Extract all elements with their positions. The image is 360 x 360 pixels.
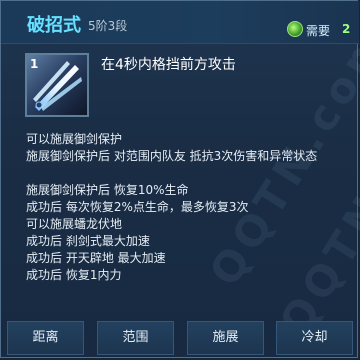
tooltip-footer: 距离 范围 施展 冷却 xyxy=(7,321,353,355)
detail-line: 成功后 开天辟地 最大加速 xyxy=(26,251,166,265)
need-value: 2 xyxy=(342,22,351,36)
detail-line: 可以施展御剑保护 xyxy=(26,132,123,146)
detail-line: 成功后 恢复1内力 xyxy=(26,268,122,282)
detail-line: 施展御剑保护后 对范围内队友 抵抗3次伤害和异常状态 xyxy=(26,149,318,163)
skill-short-description: 在4秒内格挡前方攻击 xyxy=(101,57,236,73)
need-label: 需要 xyxy=(306,24,331,38)
skill-tooltip-panel: QQTN.com QQTN.com 破招式 5阶3段 需要 2 1 在4秒内格挡… xyxy=(0,0,360,358)
tab-range[interactable]: 距离 xyxy=(7,321,84,355)
need-icon xyxy=(287,21,303,37)
detail-line: 成功后 刹剑式最大加速 xyxy=(26,234,150,248)
skill-rank: 5阶3段 xyxy=(88,19,128,33)
skill-name: 破招式 xyxy=(27,15,81,36)
tab-cooldown[interactable]: 冷却 xyxy=(276,321,353,355)
detail-line: 施展御剑保护后 恢复10%生命 xyxy=(26,183,189,197)
skill-icon[interactable]: 1 xyxy=(25,53,89,117)
tab-cast[interactable]: 施展 xyxy=(187,321,264,355)
detail-line: 成功后 每次恢复2%点生命，最多恢复3次 xyxy=(26,200,249,214)
tooltip-header: 破招式 5阶3段 需要 2 xyxy=(1,1,359,44)
tab-area[interactable]: 范围 xyxy=(97,321,174,355)
detail-line: 可以施展蟠龙伏地 xyxy=(26,217,123,231)
skill-icon-level: 1 xyxy=(30,57,39,71)
